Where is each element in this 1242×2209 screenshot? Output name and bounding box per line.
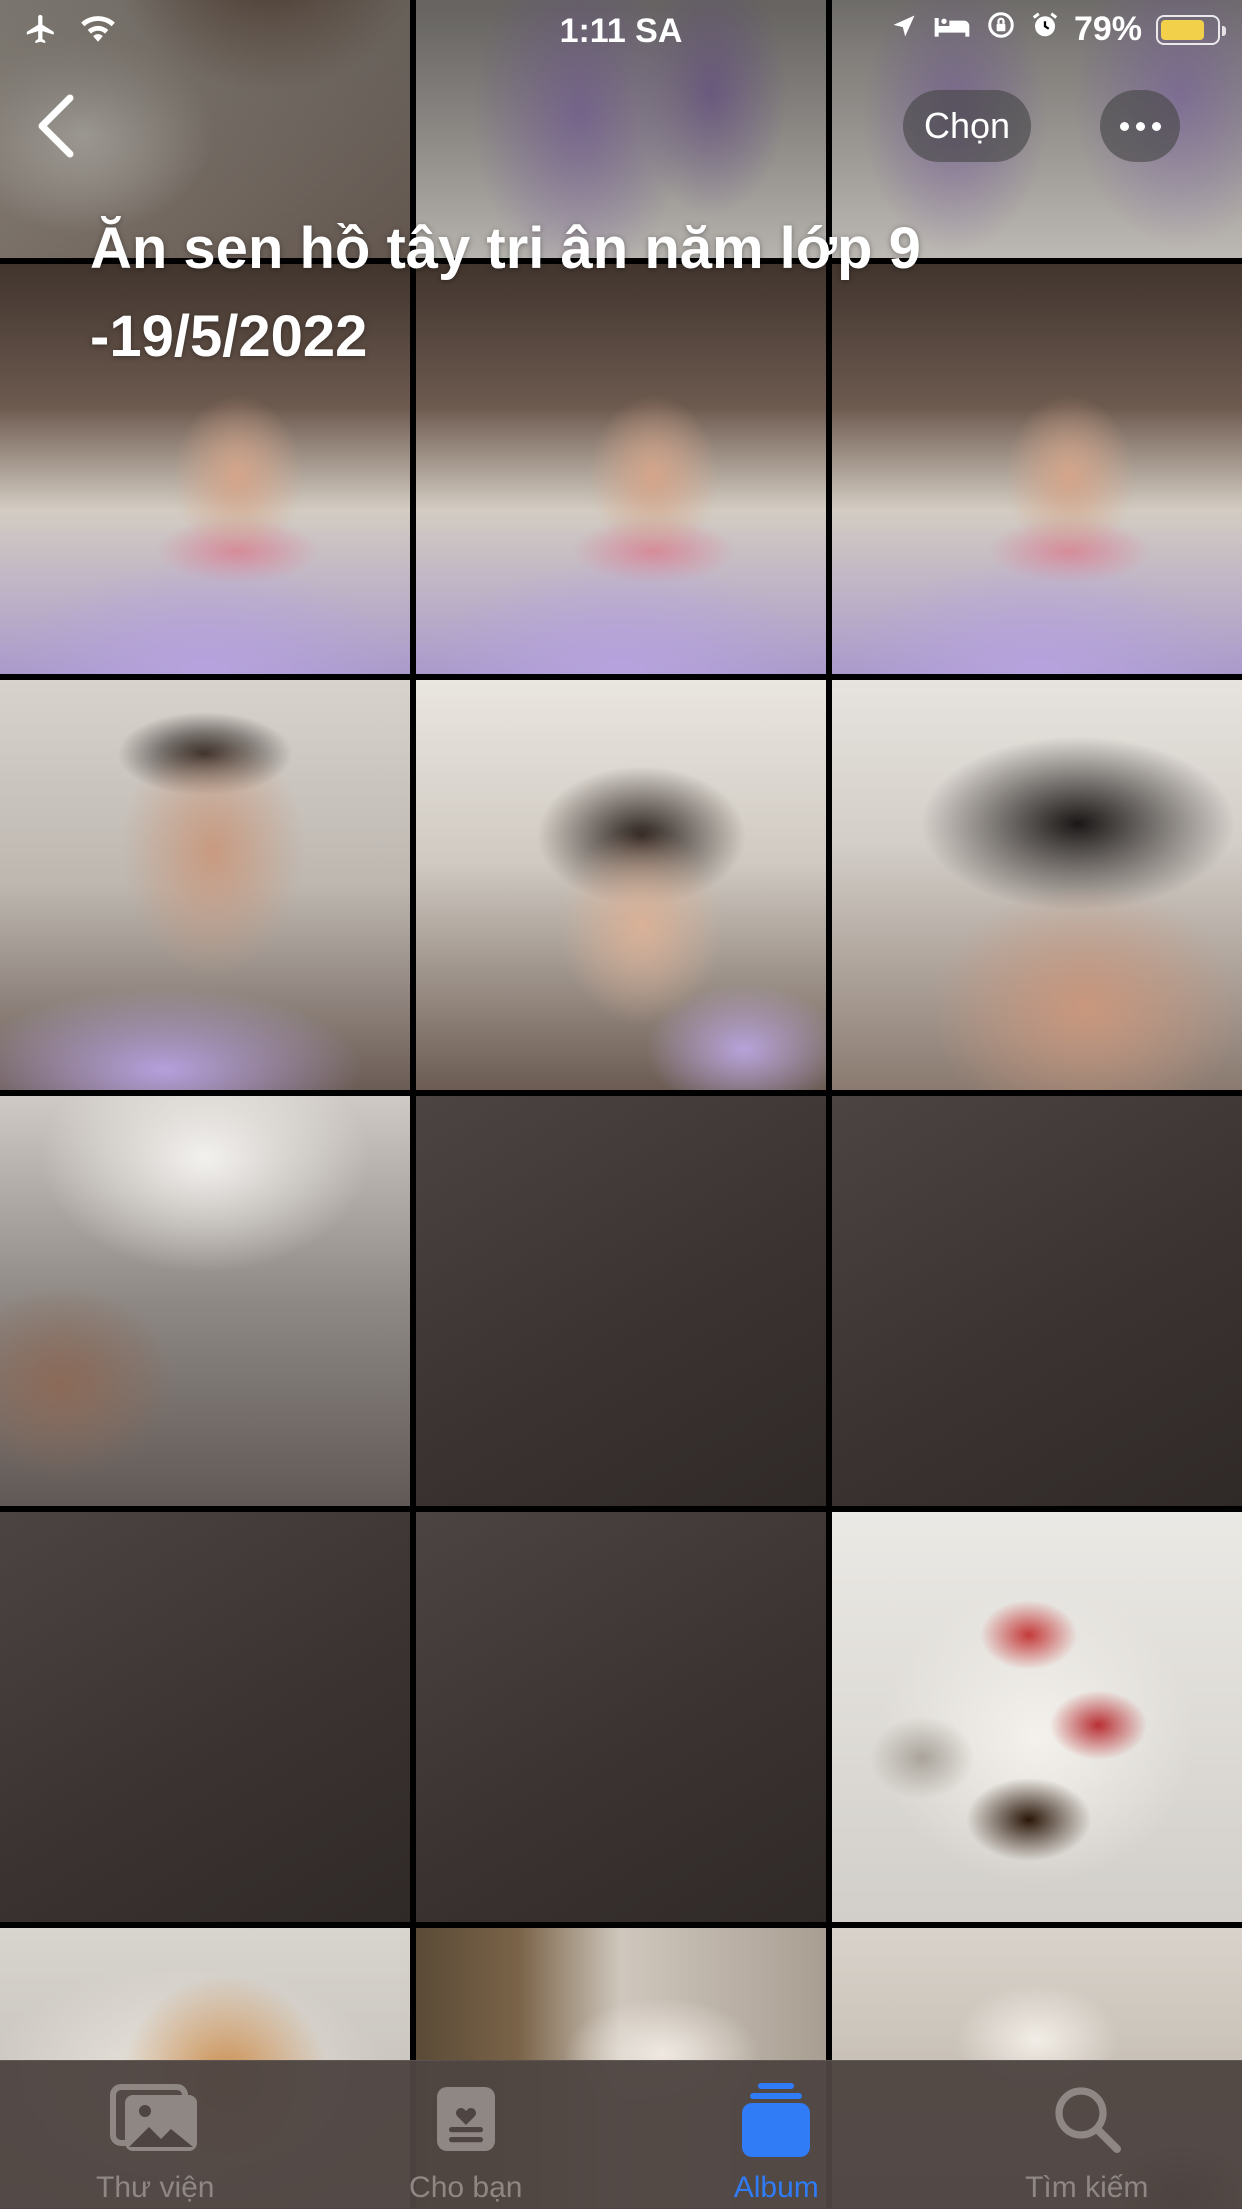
for-you-icon	[433, 2083, 499, 2155]
battery-percent: 79%	[1074, 10, 1142, 49]
location-icon	[890, 10, 918, 49]
tab-search[interactable]: Tìm kiếm	[932, 2061, 1242, 2209]
album-title: Ăn sen hồ tây tri ân năm lớp 9 -19/5/202…	[90, 205, 1090, 381]
tab-bar: Thư viện Cho bạn Album Tìm kiếm	[0, 2060, 1242, 2209]
alarm-icon	[1030, 10, 1060, 49]
tab-library-label: Thư viện	[0, 2171, 311, 2205]
tab-library[interactable]: Thư viện	[0, 2061, 311, 2209]
ellipsis-icon	[1120, 122, 1161, 131]
tab-album[interactable]: Album	[621, 2061, 932, 2209]
tab-for-you-label: Cho bạn	[311, 2171, 622, 2205]
tab-for-you[interactable]: Cho bạn	[311, 2061, 622, 2209]
chevron-left-icon	[30, 90, 90, 162]
search-icon	[1051, 2083, 1123, 2155]
album-stack-icon	[740, 2083, 812, 2159]
photo-thumbnail[interactable]	[832, 680, 1242, 1090]
photo-library-icon	[109, 2083, 201, 2155]
photo-thumbnail[interactable]	[416, 680, 826, 1090]
photo-thumbnail[interactable]	[0, 1512, 410, 1922]
photo-thumbnail[interactable]	[416, 1096, 826, 1506]
photo-thumbnail[interactable]	[832, 1512, 1242, 1922]
photo-thumbnail[interactable]	[0, 1096, 410, 1506]
photo-thumbnail[interactable]	[416, 1512, 826, 1922]
back-button[interactable]	[30, 90, 90, 162]
select-button[interactable]: Chọn	[903, 90, 1031, 162]
status-bar: 1:11 SA 79%	[0, 0, 1242, 62]
bed-icon	[932, 10, 972, 49]
tab-search-label: Tìm kiếm	[932, 2171, 1242, 2205]
photo-thumbnail[interactable]	[832, 1096, 1242, 1506]
battery-icon	[1156, 15, 1220, 45]
rotation-lock-icon	[986, 10, 1016, 49]
more-button[interactable]	[1100, 90, 1180, 162]
tab-album-label: Album	[621, 2171, 932, 2205]
photo-thumbnail[interactable]	[0, 680, 410, 1090]
